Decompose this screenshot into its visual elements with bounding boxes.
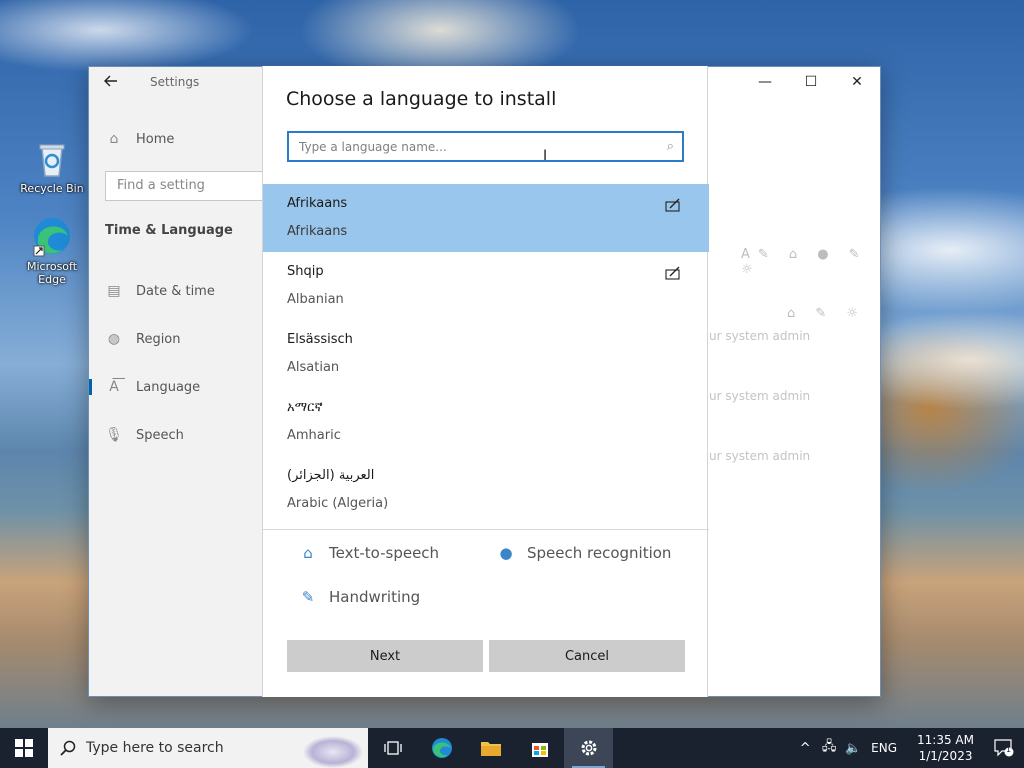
clock-time: 11:35 AM: [917, 733, 974, 747]
taskbar-search-placeholder: Type here to search: [86, 740, 224, 756]
language-list-item[interactable]: አማርኛ Amharic: [263, 388, 709, 456]
language-native-name: Shqip: [287, 264, 324, 279]
language-feature-icons-faded: A✎ ⌂ ● ✎ ☼: [741, 247, 868, 277]
clock-date: 1/1/2023: [918, 749, 973, 763]
cancel-button[interactable]: Cancel: [489, 640, 685, 672]
background-status-text: ur system admin: [709, 329, 811, 343]
sidebar-item-label: Region: [136, 331, 181, 347]
sidebar-item-speech[interactable]: 🎙 Speech: [105, 423, 184, 447]
close-button[interactable]: ✕: [834, 67, 880, 97]
system-tray: ^ 🖧 🔈 ENG 11:35 AM 1/1/2023 1: [793, 728, 1024, 768]
sidebar-item-date-time[interactable]: ▤ Date & time: [105, 279, 215, 303]
calendar-clock-icon: ▤: [107, 283, 121, 299]
edge-shortcut[interactable]: Microsoft Edge: [20, 214, 84, 286]
active-indicator: [89, 379, 92, 395]
input-language-indicator[interactable]: ENG: [871, 741, 897, 755]
start-button[interactable]: [0, 728, 48, 768]
language-list-item[interactable]: Afrikaans Afrikaans: [263, 184, 709, 252]
language-native-name: Afrikaans: [287, 196, 348, 211]
feature-handwriting: ✎ Handwriting: [297, 588, 420, 606]
handwriting-icon: ✎: [301, 588, 315, 606]
feature-label: Text-to-speech: [329, 544, 440, 562]
background-status-text: ur system admin: [709, 449, 811, 463]
edge-icon: [30, 214, 74, 258]
next-button[interactable]: Next: [287, 640, 483, 672]
language-native-name: العربية (الجزائر): [287, 468, 375, 483]
recycle-bin-icon: [30, 136, 74, 180]
taskbar: Type here to search ^ 🖧 🔈 ENG 11:35 AM 1…: [0, 728, 1024, 768]
file-explorer-icon[interactable]: [466, 728, 515, 768]
language-english-name: Alsatian: [287, 360, 340, 375]
windows-logo-icon: [15, 739, 33, 757]
edge-icon[interactable]: [417, 728, 466, 768]
taskbar-clock[interactable]: 11:35 AM 1/1/2023: [917, 732, 974, 764]
language-feature-icons-faded: ⌂ ✎ ☼: [787, 306, 867, 321]
find-setting-input[interactable]: Find a setting: [105, 171, 265, 201]
feature-speech-recognition: ● Speech recognition: [495, 544, 671, 562]
sidebar-item-label: Language: [136, 379, 201, 395]
volume-icon[interactable]: 🔈: [841, 741, 865, 756]
feature-label: Speech recognition: [527, 544, 672, 562]
feature-text-to-speech: ⌂ Text-to-speech: [297, 544, 439, 562]
sidebar-item-language[interactable]: A͞ Language: [89, 375, 201, 399]
language-search-input[interactable]: [289, 133, 649, 160]
globe-icon: ◍: [107, 331, 121, 347]
language-features: ⌂ Text-to-speech ● Speech recognition ✎ …: [263, 530, 709, 640]
language-list-item[interactable]: العربية (الجزائر) Arabic (Algeria): [263, 456, 709, 524]
sidebar-item-label: Home: [136, 131, 175, 147]
notification-count: 1: [1005, 745, 1012, 754]
window-controls: — ☐ ✕: [742, 67, 880, 97]
search-icon: ⌕: [666, 139, 674, 154]
store-icon[interactable]: [515, 728, 564, 768]
text-to-speech-icon: ⌂: [303, 544, 313, 562]
section-heading: Time & Language: [105, 223, 233, 238]
microphone-icon: ●: [499, 544, 513, 562]
dialog-title: Choose a language to install: [286, 88, 557, 110]
language-english-name: Albanian: [287, 292, 344, 307]
language-search-box[interactable]: ⌕: [287, 131, 684, 162]
microphone-icon: 🎙: [105, 427, 123, 443]
feature-label: Handwriting: [329, 588, 421, 606]
language-english-name: Afrikaans: [287, 224, 348, 239]
handwriting-icon: [665, 198, 681, 214]
handwriting-icon: [665, 266, 681, 282]
network-icon[interactable]: 🖧: [817, 737, 841, 759]
settings-gear-icon[interactable]: [564, 728, 613, 768]
language-list[interactable]: Afrikaans Afrikaans Shqip Albanian Elsäs…: [263, 184, 709, 530]
language-list-item[interactable]: Elsässisch Alsatian: [263, 320, 709, 388]
minimize-button[interactable]: —: [742, 67, 788, 97]
notification-center-icon[interactable]: 1: [984, 739, 1024, 757]
recycle-bin-label: Recycle Bin: [20, 182, 84, 195]
task-view-icon[interactable]: [368, 728, 417, 768]
edge-label: Microsoft Edge: [26, 260, 78, 286]
search-icon: [60, 740, 76, 756]
language-list-item[interactable]: Shqip Albanian: [263, 252, 709, 320]
language-english-name: Amharic: [287, 428, 341, 443]
language-icon: A͞: [109, 379, 119, 395]
maximize-button[interactable]: ☐: [788, 67, 834, 97]
language-native-name: Elsässisch: [287, 332, 353, 347]
text-cursor-icon: I: [543, 148, 548, 164]
sidebar-item-home[interactable]: ⌂ Home: [105, 127, 175, 151]
chevron-up-icon[interactable]: ^: [793, 741, 817, 756]
sidebar-item-label: Speech: [136, 427, 184, 443]
language-native-name: አማርኛ: [287, 400, 323, 415]
home-icon: ⌂: [109, 131, 119, 147]
taskbar-search-box[interactable]: Type here to search: [48, 728, 368, 768]
background-status-text: ur system admin: [709, 389, 811, 403]
sidebar-item-region[interactable]: ◍ Region: [105, 327, 181, 351]
back-arrow-icon[interactable]: [103, 73, 123, 93]
search-highlight-illustration: [298, 728, 368, 768]
recycle-bin-shortcut[interactable]: Recycle Bin: [20, 136, 84, 195]
settings-sidebar: Settings ⌂ Home Find a setting Time & La…: [89, 67, 265, 696]
language-english-name: Arabic (Algeria): [287, 496, 389, 511]
sidebar-item-label: Date & time: [136, 283, 215, 299]
settings-window-title: Settings: [150, 75, 200, 89]
choose-language-dialog: Choose a language to install ⌕ I Afrikaa…: [262, 66, 709, 697]
